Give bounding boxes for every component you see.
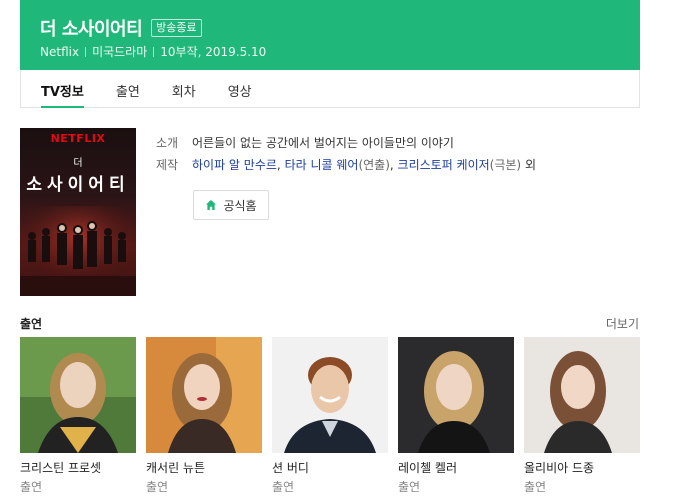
poster-title-small: 더 bbox=[73, 158, 83, 169]
cast-role: 출연 bbox=[146, 480, 169, 494]
staff-list: 하이파 알 만수르, 타라 니콜 웨어(연출), 크리스토퍼 케이저(극본) 외 bbox=[192, 158, 536, 172]
house-icon bbox=[206, 200, 217, 210]
intro-text: 어른들이 없는 공간에서 벌어지는 아이들만의 이야기 bbox=[192, 136, 454, 150]
header-banner: 더 소사이어티 방송종료 Netflix 미국드라마 10부작, 2019.5.… bbox=[20, 0, 640, 70]
cast-name[interactable]: 캐서린 뉴튼 bbox=[146, 460, 262, 476]
staff-suffix: 외 bbox=[524, 158, 536, 172]
official-home-button[interactable]: 공식홈 bbox=[193, 190, 269, 220]
title-row: 더 소사이어티 방송종료 bbox=[40, 15, 202, 41]
cast-role: 출연 bbox=[524, 480, 547, 494]
more-link[interactable]: 더보기 bbox=[606, 315, 639, 332]
cast-name[interactable]: 션 버디 bbox=[272, 460, 388, 476]
meta-episodes-date: 10부작, 2019.5.10 bbox=[160, 45, 267, 59]
cast-photo[interactable] bbox=[146, 337, 262, 453]
cast-card[interactable]: 캐서린 뉴튼 출연 bbox=[146, 337, 262, 495]
cast-name[interactable]: 크리스틴 프로셋 bbox=[20, 460, 136, 476]
tab-episodes[interactable]: 회차 bbox=[172, 70, 196, 108]
cast-photo[interactable] bbox=[524, 337, 640, 453]
intro-row: 소개 어른들이 없는 공간에서 벌어지는 아이들만의 이야기 bbox=[156, 132, 626, 154]
cast-photo[interactable] bbox=[20, 337, 136, 453]
cast-name[interactable]: 올리비아 드종 bbox=[524, 460, 640, 476]
cast-card[interactable]: 레이첼 켈러 출연 bbox=[398, 337, 514, 495]
meta-genre: 미국드라마 bbox=[92, 45, 148, 59]
cast-card[interactable]: 올리비아 드종 출연 bbox=[524, 337, 640, 495]
tab-cast[interactable]: 출연 bbox=[116, 70, 140, 108]
meta-row: Netflix 미국드라마 10부작, 2019.5.10 bbox=[40, 43, 266, 60]
meta-divider bbox=[153, 46, 155, 57]
netflix-logo: NETFLIX bbox=[50, 132, 106, 145]
cast-section-title: 출연 bbox=[20, 317, 43, 331]
status-badge: 방송종료 bbox=[151, 19, 202, 37]
tab-bar: TV정보 출연 회차 영상 bbox=[20, 70, 640, 108]
cast-role: 출연 bbox=[272, 480, 295, 494]
staff-row: 제작 하이파 알 만수르, 타라 니콜 웨어(연출), 크리스토퍼 케이저(극본… bbox=[156, 154, 626, 176]
staff-role: (연출) bbox=[358, 158, 390, 172]
info-panel: 소개 어른들이 없는 공간에서 벌어지는 아이들만의 이야기 제작 하이파 알 … bbox=[156, 132, 626, 176]
cast-photo[interactable] bbox=[398, 337, 514, 453]
official-home-label: 공식홈 bbox=[223, 198, 257, 213]
poster-crowd-illustration bbox=[20, 206, 136, 296]
cast-photo[interactable] bbox=[272, 337, 388, 453]
cast-role: 출연 bbox=[398, 480, 421, 494]
intro-label: 소개 bbox=[156, 136, 179, 150]
tab-videos[interactable]: 영상 bbox=[228, 70, 252, 108]
staff-role: (극본) bbox=[489, 158, 522, 172]
staff-link[interactable]: 타라 니콜 웨어 bbox=[285, 158, 359, 172]
meta-divider bbox=[85, 46, 87, 57]
cast-name[interactable]: 레이첼 켈러 bbox=[398, 460, 514, 476]
cast-list: 크리스틴 프로셋 출연 캐서린 뉴튼 출연 션 버디 출연 레이첼 켈러 출연 … bbox=[20, 337, 650, 495]
poster-image[interactable]: NETFLIX 더 소사이어티 bbox=[20, 128, 136, 296]
page-title[interactable]: 더 소사이어티 bbox=[40, 15, 143, 41]
staff-link[interactable]: 크리스토퍼 케이저 bbox=[398, 158, 490, 172]
cast-card[interactable]: 크리스틴 프로셋 출연 bbox=[20, 337, 136, 495]
staff-label: 제작 bbox=[156, 158, 179, 172]
cast-card[interactable]: 션 버디 출연 bbox=[272, 337, 388, 495]
cast-role: 출연 bbox=[20, 480, 43, 494]
poster-title-large: 소사이어티 bbox=[26, 175, 130, 195]
meta-channel: Netflix bbox=[40, 44, 80, 59]
staff-link[interactable]: 하이파 알 만수르 bbox=[192, 158, 277, 172]
tab-tv-info[interactable]: TV정보 bbox=[41, 70, 84, 108]
